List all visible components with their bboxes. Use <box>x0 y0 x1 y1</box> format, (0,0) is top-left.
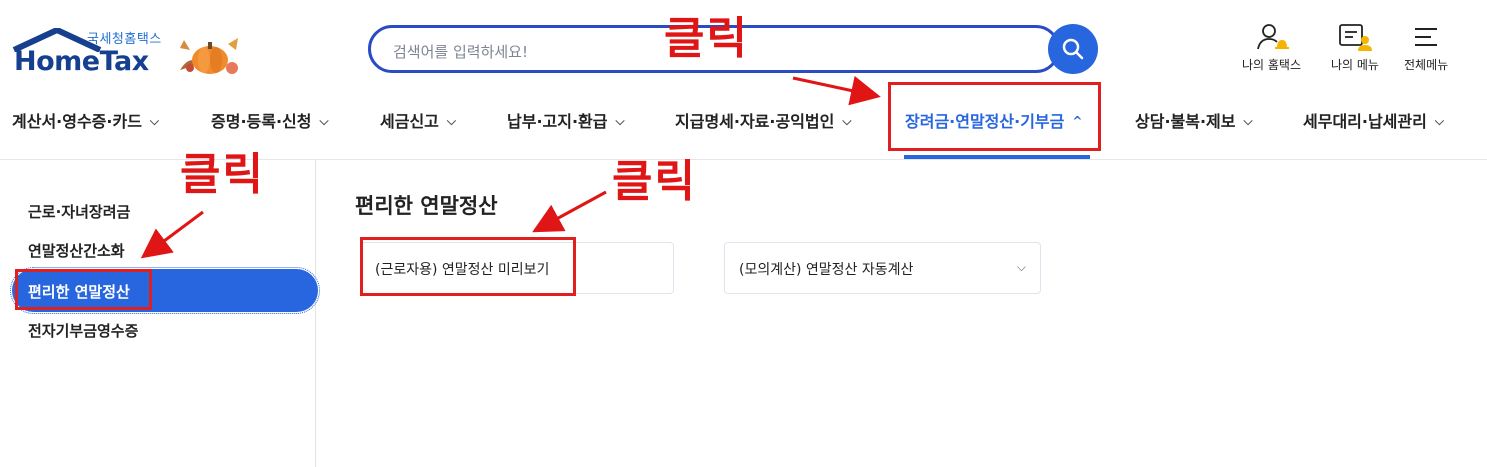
annotation-arrows <box>140 75 881 259</box>
annotation-arrow <box>140 210 204 259</box>
annotation-arrow <box>532 190 607 233</box>
annotation-arrow <box>792 75 881 106</box>
